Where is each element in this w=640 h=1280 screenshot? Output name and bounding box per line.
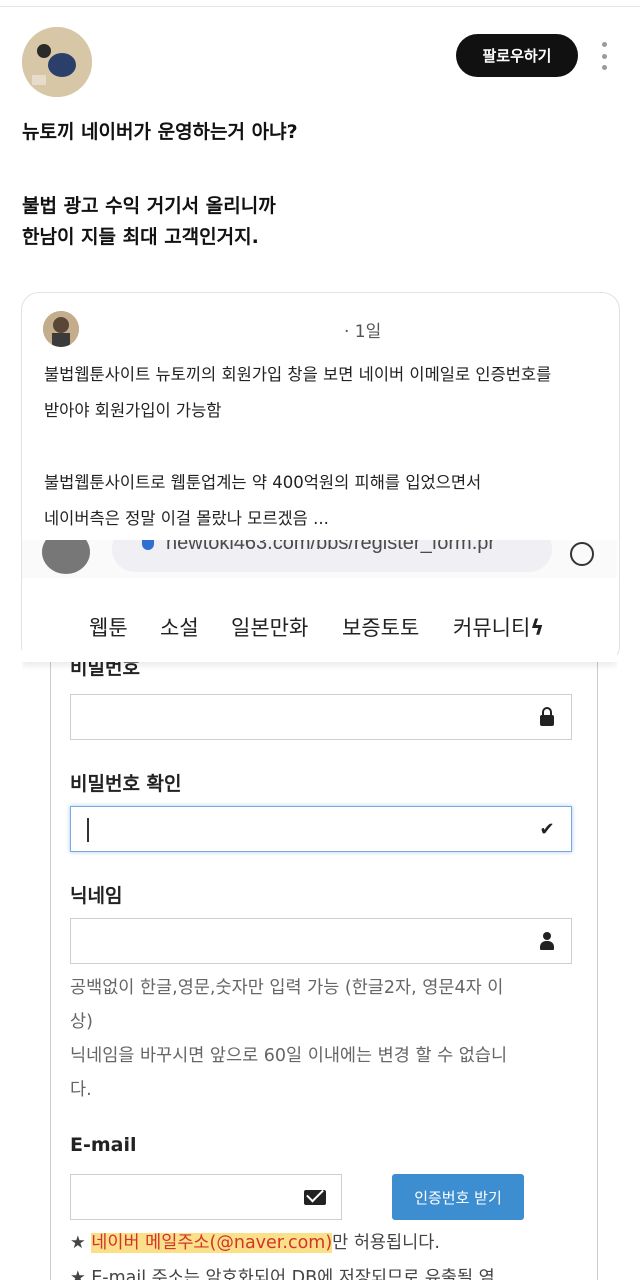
notice-rest: 만 허용됩니다. [332, 1233, 440, 1253]
nav-community: 커뮤니티ϟ [453, 612, 544, 642]
verify-code-button: 인증번호 받기 [392, 1174, 524, 1220]
browser-toolbar: newtoki463.com/bbs/register_form.pr [22, 540, 617, 578]
avatar[interactable] [22, 27, 92, 97]
nav-toto: 보증토토 [342, 616, 420, 640]
quoted-line: 네이버측은 정말 이걸 몰랐나 모르겠음 ... [44, 509, 329, 528]
shield-icon [142, 540, 154, 550]
email-field [70, 1174, 342, 1220]
user-icon [537, 931, 557, 951]
star-icon: ★ [70, 1233, 92, 1253]
quoted-avatar[interactable] [43, 311, 79, 347]
reload-icon [570, 542, 594, 566]
nickname-help: 공백없이 한글,영문,숫자만 입력 가능 (한글2자, 영문4자 이 상) 닉네… [70, 971, 590, 1107]
password-confirm-field: ✔ [70, 806, 572, 852]
password-field [70, 694, 572, 740]
nav-community-label: 커뮤니티 [453, 616, 531, 640]
text-caret [87, 818, 89, 842]
top-divider [0, 6, 640, 7]
quoted-line: 받아야 회원가입이 가능함 [44, 401, 222, 420]
site-nav: 웹툰 소설 일본만화 보증토토 커뮤니티ϟ [22, 578, 617, 662]
naver-highlight: 네이버 메일주소(@naver.com) [91, 1233, 333, 1253]
nav-webtoon: 웹툰 [89, 616, 128, 640]
quoted-line: 불법웹툰사이트 뉴토끼의 회원가입 창을 보면 네이버 이메일로 인증번호를 [44, 365, 552, 384]
quoted-timestamp: · 1일 [344, 322, 382, 342]
nickname-field [70, 918, 572, 964]
bolt-icon: ϟ [530, 616, 545, 640]
naver-only-notice: ★ 네이버 메일주소(@naver.com)만 허용됩니다. [70, 1229, 440, 1254]
help-line: 상) [70, 1012, 93, 1032]
post-line: 한남이 지들 최대 고객인거지. [22, 226, 259, 248]
tab-switcher-icon [42, 540, 90, 574]
nav-novel: 소설 [160, 616, 199, 640]
password-confirm-label: 비밀번호 확인 [70, 773, 182, 795]
address-bar: newtoki463.com/bbs/register_form.pr [112, 540, 552, 572]
envelope-icon [303, 1187, 327, 1207]
follow-button[interactable]: 팔로우하기 [456, 34, 578, 77]
quoted-text: 불법웹툰사이트 뉴토끼의 회원가입 창을 보면 네이버 이메일로 인증번호를 받… [44, 357, 609, 537]
register-form: 비밀번호 비밀번호 확인 ✔ 닉네임 공백없이 한글,영문,숫자만 입력 가능 … [50, 655, 598, 1280]
url-text: newtoki463.com/bbs/register_form.pr [166, 540, 496, 554]
attached-screenshot[interactable]: newtoki463.com/bbs/register_form.pr 비밀번호… [22, 540, 617, 1280]
nickname-label: 닉네임 [70, 885, 123, 907]
help-line: 닉네임을 바꾸시면 앞으로 60일 이내에는 변경 할 수 없습니 [70, 1046, 508, 1066]
quoted-line: 불법웹툰사이트로 웹툰업계는 약 400억원의 피해를 입었으면서 [44, 473, 482, 492]
nav-manga: 일본만화 [231, 616, 309, 640]
post-line: 뉴토끼 네이버가 운영하는거 아냐? [22, 121, 298, 143]
help-line: 다. [70, 1080, 92, 1100]
help-line: 공백없이 한글,영문,숫자만 입력 가능 (한글2자, 영문4자 이 [70, 978, 504, 998]
post-line: 불법 광고 수익 거기서 올리니까 [22, 195, 276, 217]
post-body: 뉴토끼 네이버가 운영하는거 아냐? 불법 광고 수익 거기서 올리니까 한남이… [22, 117, 612, 253]
lock-icon [537, 706, 557, 727]
email-label: E-mail [70, 1134, 137, 1156]
check-icon: ✔ [539, 818, 555, 840]
more-vertical-icon[interactable] [598, 42, 610, 70]
encryption-notice: ★ E-mail 주소는 암호화되어 DB에 저장되므로 유출될 염 [70, 1268, 495, 1280]
